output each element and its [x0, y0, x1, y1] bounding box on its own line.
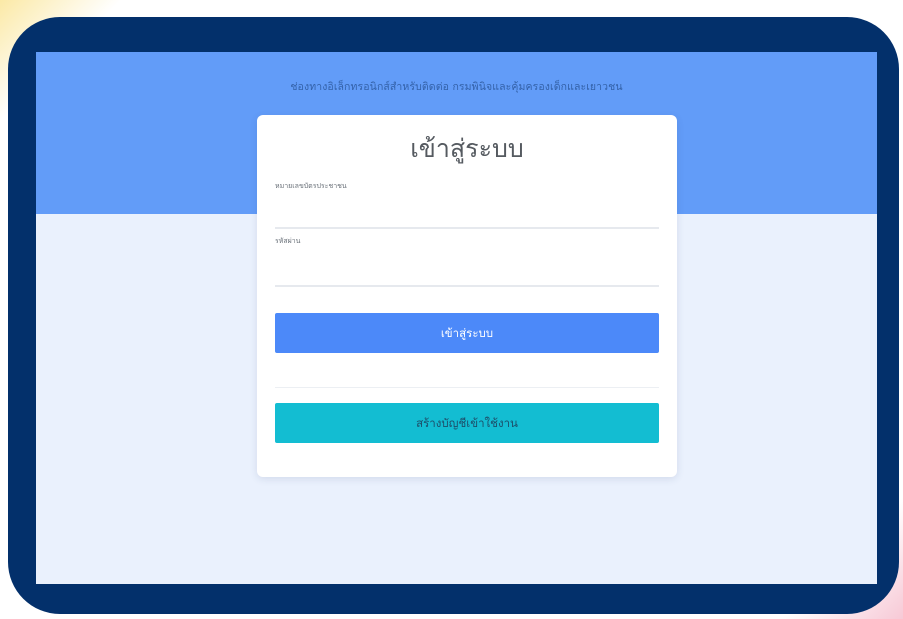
password-input[interactable] — [275, 261, 659, 287]
id-card-label: หมายเลขบัตรประชาชน — [275, 182, 347, 190]
create-account-button[interactable]: สร้างบัญชีเข้าใช้งาน — [275, 403, 659, 443]
browser-screen: ช่องทางอิเล็กทรอนิกส์สำหรับติดต่อ กรมพิน… — [36, 52, 877, 584]
id-card-input[interactable] — [275, 203, 659, 229]
divider — [275, 387, 659, 388]
page-header-title: ช่องทางอิเล็กทรอนิกส์สำหรับติดต่อ กรมพิน… — [290, 81, 623, 93]
login-card: เข้าสู่ระบบ หมายเลขบัตรประชาชน รหัสผ่าน … — [257, 115, 677, 477]
password-label: รหัสผ่าน — [275, 237, 301, 245]
login-button[interactable]: เข้าสู่ระบบ — [275, 313, 659, 353]
login-title: เข้าสู่ระบบ — [410, 134, 524, 163]
